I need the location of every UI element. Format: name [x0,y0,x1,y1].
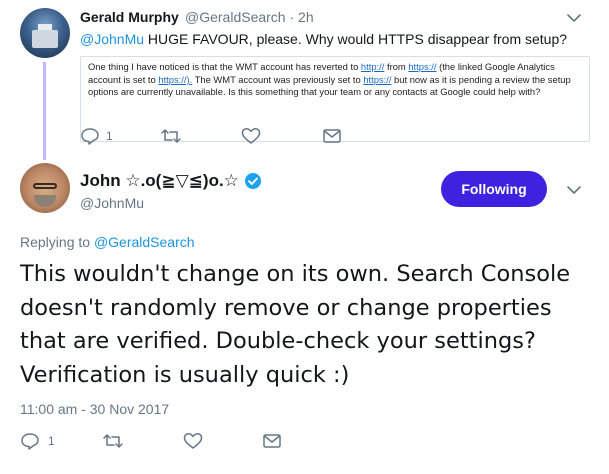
chevron-down-icon[interactable] [565,183,583,197]
main-author-handle[interactable]: @JohnMu [80,195,144,211]
replying-to-link[interactable]: @GeraldSearch [94,234,195,250]
retweet-icon [103,434,123,448]
main-author-name[interactable]: John ☆.o(≧▽≦)o.☆ [80,171,239,191]
replying-to: Replying to @GeraldSearch [20,234,195,250]
parent-like-button[interactable] [241,127,261,145]
like-icon [241,127,261,144]
image-text-part: One thing I have noticed is that the WMT… [88,61,361,72]
following-button[interactable]: Following [441,171,547,207]
retweet-icon [161,129,181,143]
main-retweet-button[interactable] [102,432,124,450]
image-text-link: https://). [158,73,193,85]
like-icon [183,432,203,449]
main-tweet-text: This wouldn't change on its own. Search … [20,261,571,388]
image-text-link: https:// [363,73,392,85]
image-text-link: http:// [360,61,385,72]
image-text-part: from [384,61,409,72]
message-icon [323,129,341,143]
parent-tweet-text: @JohnMu HUGE FAVOUR, please. Why would H… [80,31,567,47]
main-avatar[interactable] [20,163,70,213]
image-text-part: The WMT account was previously set to [192,73,364,85]
thread-line [43,62,46,160]
replying-to-prefix: Replying to [20,234,94,250]
parent-avatar[interactable] [20,8,70,58]
parent-text-body: HUGE FAVOUR, please. Why would HTTPS dis… [144,31,568,47]
parent-mention-link[interactable]: @JohnMu [80,31,144,47]
parent-author-handle: @GeraldSearch · 2h [185,9,314,25]
reply-icon [81,128,99,145]
chevron-down-icon[interactable] [565,11,583,25]
parent-author-name[interactable]: Gerald Murphy [80,9,179,25]
main-reply-count: 1 [48,434,55,448]
parent-message-button[interactable] [322,127,342,145]
tweet-timestamp[interactable]: 11:00 am - 30 Nov 2017 [20,401,169,417]
main-author-name-row[interactable]: John ☆.o(≧▽≦)o.☆ [80,171,262,191]
message-icon [263,434,281,448]
attached-image-text: One thing I have noticed is that the WMT… [88,61,585,99]
parent-reply-button[interactable]: 1 [80,127,113,145]
main-like-button[interactable] [183,432,203,450]
parent-reply-count: 1 [106,129,113,143]
reply-icon [21,433,39,450]
main-message-button[interactable] [262,432,282,450]
main-reply-button[interactable]: 1 [20,432,55,450]
image-text-link: https:// [408,61,437,72]
parent-retweet-button[interactable] [160,127,182,145]
verified-badge-icon [244,173,261,189]
